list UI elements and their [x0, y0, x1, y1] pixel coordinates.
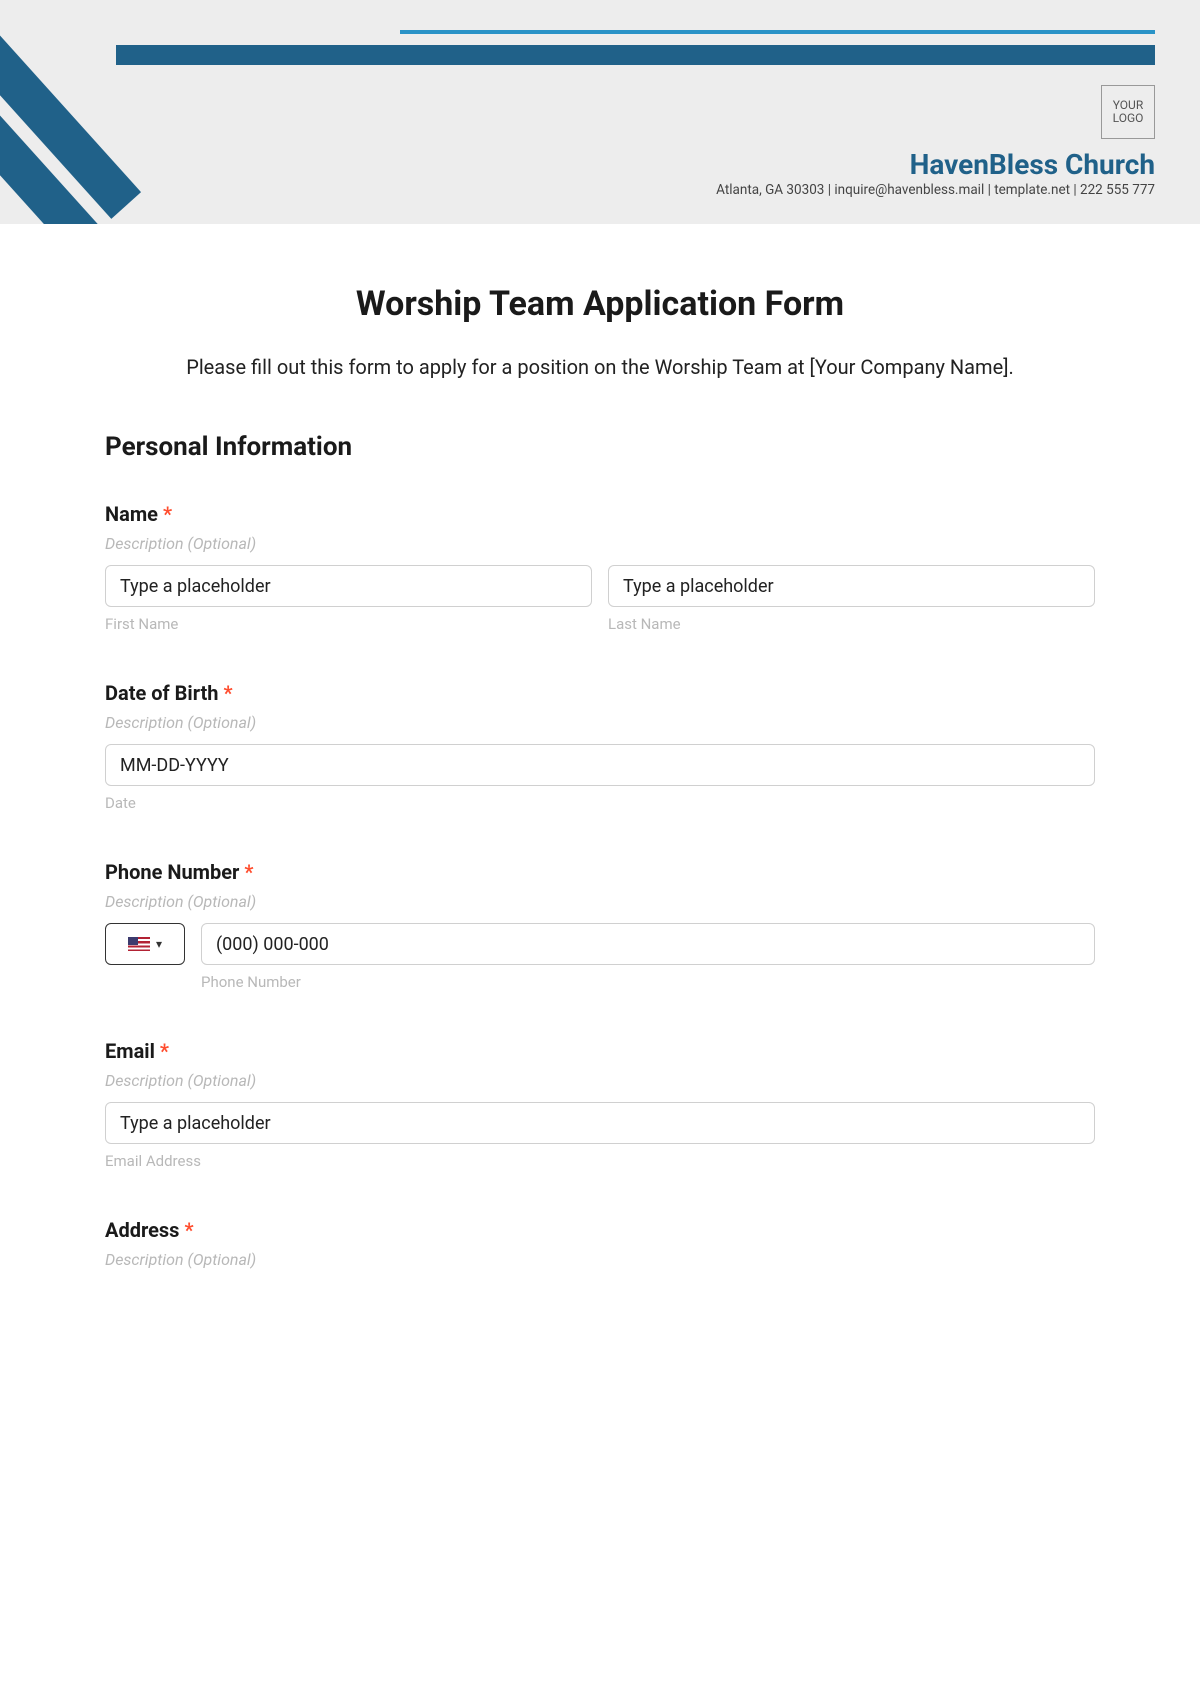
name-label: Name * [105, 502, 1095, 526]
phone-label: Phone Number * [105, 860, 1095, 884]
field-phone: Phone Number * Description (Optional) ▾ … [105, 860, 1095, 991]
dob-label-text: Date of Birth [105, 681, 219, 705]
chevron-down-icon: ▾ [156, 937, 162, 951]
section-heading-personal: Personal Information [105, 432, 1095, 462]
email-input[interactable]: Type a placeholder [105, 1102, 1095, 1144]
us-flag-icon [128, 937, 150, 951]
name-desc: Description (Optional) [105, 534, 1095, 553]
field-address: Address * Description (Optional) [105, 1218, 1095, 1269]
required-marker: * [223, 681, 232, 705]
phone-input[interactable]: (000) 000-000 [201, 923, 1095, 965]
phone-sublabel: Phone Number [201, 973, 1095, 991]
required-marker: * [160, 1039, 169, 1063]
phone-desc: Description (Optional) [105, 892, 1095, 911]
email-label: Email * [105, 1039, 1095, 1063]
dob-input[interactable]: MM-DD-YYYY [105, 744, 1095, 786]
email-label-text: Email [105, 1039, 155, 1063]
last-name-sublabel: Last Name [608, 615, 1095, 633]
first-name-input[interactable]: Type a placeholder [105, 565, 592, 607]
decorative-stripe [400, 30, 1155, 34]
logo-placeholder: YOUR LOGO [1101, 85, 1155, 139]
field-email: Email * Description (Optional) Type a pl… [105, 1039, 1095, 1170]
address-label-text: Address [105, 1218, 179, 1242]
required-marker: * [163, 502, 172, 526]
phone-label-text: Phone Number [105, 860, 239, 884]
decorative-stripe [116, 45, 1155, 65]
church-name: HavenBless Church [910, 148, 1155, 181]
required-marker: * [244, 860, 253, 884]
address-label: Address * [105, 1218, 1095, 1242]
dob-desc: Description (Optional) [105, 713, 1095, 732]
last-name-input[interactable]: Type a placeholder [608, 565, 1095, 607]
field-dob: Date of Birth * Description (Optional) M… [105, 681, 1095, 812]
name-label-text: Name [105, 502, 158, 526]
dob-label: Date of Birth * [105, 681, 1095, 705]
email-desc: Description (Optional) [105, 1071, 1095, 1090]
country-code-select[interactable]: ▾ [105, 923, 185, 965]
field-name: Name * Description (Optional) Type a pla… [105, 502, 1095, 633]
dob-sublabel: Date [105, 794, 1095, 812]
form-title: Worship Team Application Form [105, 284, 1095, 324]
form-intro: Please fill out this form to apply for a… [105, 352, 1095, 382]
first-name-sublabel: First Name [105, 615, 592, 633]
address-desc: Description (Optional) [105, 1250, 1095, 1269]
contact-line: Atlanta, GA 30303 | inquire@havenbless.m… [716, 182, 1155, 198]
email-sublabel: Email Address [105, 1152, 1095, 1170]
required-marker: * [184, 1218, 193, 1242]
page-header: YOUR LOGO HavenBless Church Atlanta, GA … [0, 0, 1200, 224]
form-content: Worship Team Application Form Please fil… [0, 224, 1200, 1321]
